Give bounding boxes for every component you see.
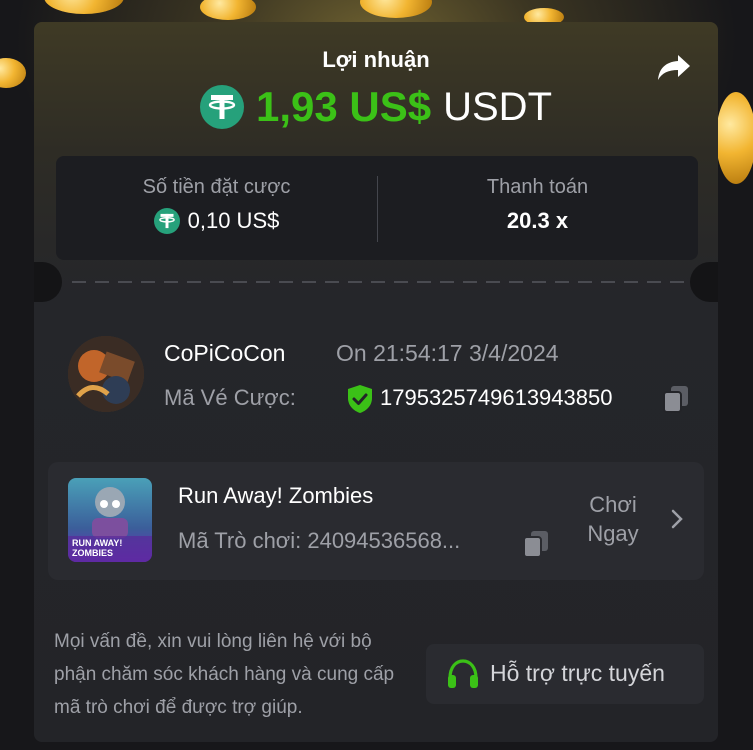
ticket-notch-left <box>34 262 62 302</box>
game-card: RUN AWAY! ZOMBIES Run Away! Zombies Mã T… <box>48 462 704 580</box>
profit-currency: USDT <box>443 84 552 129</box>
copy-icon[interactable] <box>522 529 550 559</box>
bet-datetime: On 21:54:17 3/4/2024 <box>336 340 559 366</box>
game-name: Run Away! Zombies <box>178 483 374 508</box>
support-message: Mọi vấn đề, xin vui lòng liên hệ với bộ … <box>54 631 395 718</box>
ticket-id-label: Mã Vé Cược: <box>164 385 296 410</box>
ticket-notch-right <box>690 262 718 302</box>
ticket-tear-line <box>72 281 684 283</box>
payout-label: Thanh toán <box>486 176 589 198</box>
payout-stat: Thanh toán 20.3 x <box>377 156 698 260</box>
live-support-label: Hỗ trợ trực tuyến <box>490 660 665 686</box>
copy-icon[interactable] <box>662 384 690 414</box>
profit-title: Lợi nhuận <box>322 47 430 72</box>
game-thumbnail-title: RUN AWAY! ZOMBIES <box>72 538 123 558</box>
game-thumbnail[interactable]: RUN AWAY! ZOMBIES <box>68 478 152 562</box>
chevron-right-icon <box>671 509 683 529</box>
play-now-label: Chơi Ngay <box>587 492 639 546</box>
bet-amount-value-row: 0,10 US$ <box>56 208 377 234</box>
payout-value: 20.3 x <box>506 208 569 233</box>
profit-amount: 1,93 US$ <box>255 83 432 130</box>
share-icon[interactable] <box>656 52 692 84</box>
tether-icon <box>153 208 180 234</box>
bet-info: CoPiCoCon On 21:54:17 3/4/2024 Mã Vé Cượ… <box>68 336 688 416</box>
tether-icon <box>199 85 244 129</box>
payout-value-row: 20.3 x <box>377 208 698 234</box>
play-now-button[interactable]: Chơi Ngay <box>578 490 688 550</box>
live-support-button[interactable]: Hỗ trợ trực tuyến <box>426 644 704 704</box>
username: CoPiCoCon <box>164 340 286 366</box>
shield-check-icon <box>348 385 372 413</box>
coin-decoration <box>716 92 753 184</box>
headset-icon <box>448 659 478 688</box>
bet-amount-label: Số tiền đặt cược <box>142 176 291 198</box>
game-id: Mã Trò chơi: 24094536568... <box>178 528 461 553</box>
bet-amount-stat: Số tiền đặt cược 0,10 US$ <box>56 156 377 260</box>
profit-row: 1,93 US$ USDT <box>34 82 718 132</box>
bet-stats-panel: Số tiền đặt cược 0,10 US$ Thanh toán 20.… <box>56 156 698 260</box>
ticket-id: 1795325749613943850 <box>380 385 613 410</box>
bet-amount-value: 0,10 US$ <box>187 208 280 233</box>
avatar <box>68 336 144 412</box>
bet-detail-card: Lợi nhuận 1,93 US$ USDT Số tiền đặt cược… <box>34 22 718 742</box>
